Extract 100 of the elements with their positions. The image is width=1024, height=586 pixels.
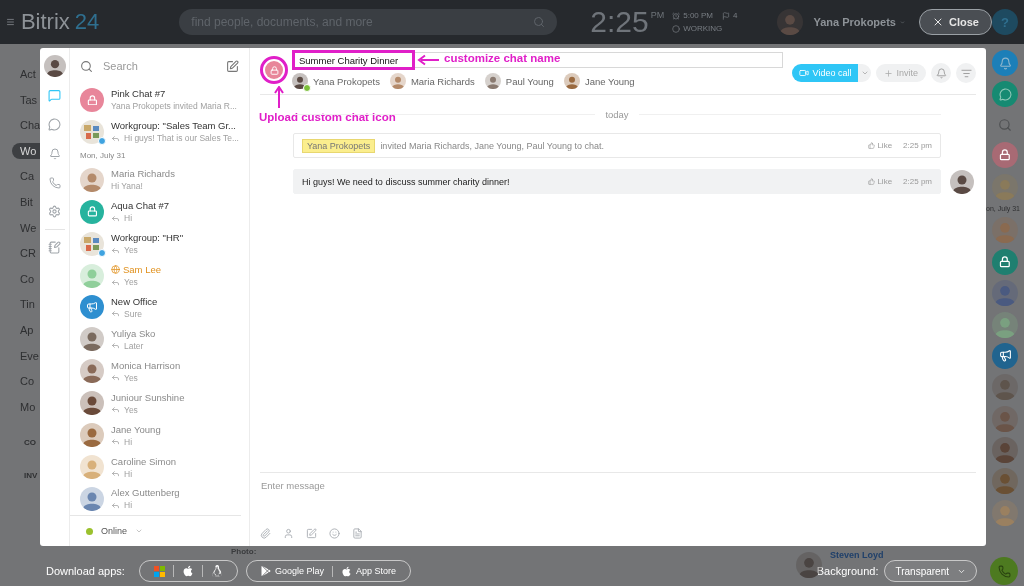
search-icon <box>80 59 93 73</box>
chat-preview: Sure <box>124 308 142 319</box>
background-select[interactable]: Transparent <box>884 560 977 582</box>
chat-item[interactable]: Aqua Chat #7 Hi <box>70 195 241 228</box>
menu-item[interactable]: Act <box>0 66 40 82</box>
chat-preview: Yana Prokopets invited Maria R... <box>111 101 237 112</box>
chat-title: Workgroup: "Sales Team Gr... <box>111 120 236 132</box>
section-label: CO <box>24 438 37 448</box>
chat-preview: Hi Yana! <box>111 181 143 192</box>
close-button[interactable]: Close <box>919 9 992 35</box>
avatar <box>563 73 580 89</box>
avatar <box>292 73 308 89</box>
phone-button[interactable] <box>990 557 1018 585</box>
windows-icon <box>153 565 165 577</box>
chat-item[interactable]: Pink Chat #7 Yana Prokopets invited Maria R... <box>70 84 241 116</box>
chat-item[interactable]: Workgroup: "Sales Team Gr... Hi guys! That is our Sales Te... <box>70 115 241 148</box>
chat-preview: Hi <box>124 436 133 447</box>
chat-item[interactable]: Caroline Simon Hi <box>70 451 241 484</box>
chat-preview: Hi <box>124 468 133 479</box>
annotation-text: Upload custom chat icon <box>259 111 396 123</box>
chat-button[interactable] <box>992 81 1018 108</box>
chat-item[interactable]: Sam Lee Yes <box>70 259 241 292</box>
search-list-icon <box>960 67 972 79</box>
menu-item[interactable]: Eve <box>0 347 40 364</box>
user-name[interactable]: Yana Prokopets <box>813 16 896 28</box>
caret-icon <box>135 527 143 535</box>
menu-item[interactable]: Bit <box>0 193 40 210</box>
document-icon[interactable] <box>352 528 363 539</box>
chat-title: Sam Lee <box>123 264 162 276</box>
arrow-drawing <box>274 86 284 108</box>
emoji-icon[interactable] <box>329 528 340 539</box>
chat-item[interactable]: Yuliya Sko Later <box>70 323 241 356</box>
chat-item[interactable]: New Office Sure <box>70 291 241 324</box>
menu-item[interactable]: Co <box>0 373 40 390</box>
chat-preview: Hi <box>124 213 133 224</box>
menu-item[interactable]: Tas <box>0 91 40 108</box>
member-name[interactable]: Yana Prokopets <box>313 75 380 87</box>
compose-icon[interactable] <box>226 59 239 73</box>
chat-icon-button[interactable] <box>260 56 288 84</box>
chat-title: New Office <box>111 295 158 307</box>
menu-item[interactable]: Ca <box>0 168 40 185</box>
chat-item[interactable]: Alex Guttenberg Hi <box>70 483 241 515</box>
edit-icon[interactable] <box>306 528 317 539</box>
like-button[interactable]: Like <box>868 177 893 186</box>
video-call-button[interactable]: Video call <box>791 64 859 82</box>
chat-item[interactable]: Maria Richards Hi Yana! <box>70 163 241 196</box>
dropdown-button[interactable] <box>858 64 872 82</box>
attach-icon[interactable] <box>260 528 271 539</box>
download-label: Download apps: <box>46 565 125 577</box>
person-name[interactable]: Steven Loyd <box>830 550 884 560</box>
caret-icon <box>861 69 869 77</box>
search-icon <box>533 16 546 28</box>
chat-title: Jane Young <box>111 423 161 435</box>
bell-icon <box>48 147 61 160</box>
phone-icon <box>48 176 61 189</box>
alarm-time: 5:00 PM <box>683 11 713 20</box>
arrow-drawing <box>417 54 439 66</box>
notes-icon <box>48 241 61 254</box>
menu-item[interactable]: CR <box>0 245 40 262</box>
menu-item[interactable]: Wo <box>12 142 40 159</box>
chat-title: Yuliya Sko <box>111 327 156 339</box>
date-label: today <box>605 109 629 120</box>
message-time: 2:25 pm <box>903 141 932 150</box>
menu-item[interactable]: Ap <box>0 321 40 338</box>
bell-icon <box>998 56 1012 70</box>
plus-icon <box>884 68 894 78</box>
notifications-button[interactable] <box>931 63 951 83</box>
menu-item[interactable]: We <box>0 219 40 236</box>
search-icon[interactable] <box>998 117 1012 132</box>
avatar <box>950 170 974 194</box>
search-messages-button[interactable] <box>956 63 976 83</box>
group-avatar <box>80 231 104 256</box>
user-avatar <box>777 9 804 35</box>
chat-item[interactable]: Juniour Sunshine Yes <box>70 387 241 420</box>
menu-item[interactable]: Cha <box>0 117 40 134</box>
store-button[interactable]: Google Play <box>252 566 332 576</box>
notifications-button[interactable] <box>992 50 1018 76</box>
chat-item[interactable]: Jane Young Hi <box>70 419 241 452</box>
status-label[interactable]: Online <box>101 526 127 536</box>
user-avatar <box>43 55 66 77</box>
person-icon[interactable] <box>283 528 294 539</box>
chat-title: Caroline Simon <box>111 455 176 467</box>
member-name[interactable]: Jane Young <box>584 75 635 87</box>
menu-item[interactable]: Co <box>0 270 40 287</box>
flag-count: 4 <box>733 11 738 20</box>
invite-button[interactable]: Invite <box>876 64 926 82</box>
chat-item[interactable]: Workgroup: "HR" Yes <box>70 227 241 260</box>
settings-icon <box>48 205 61 218</box>
thumbs-up-icon <box>868 142 876 149</box>
menu-item[interactable]: Mo <box>0 398 40 415</box>
like-button[interactable]: Like <box>868 141 893 150</box>
menu-item[interactable]: Tin <box>0 296 40 313</box>
member-name[interactable]: Maria Richards <box>410 75 475 87</box>
chat-title: Juniour Sunshine <box>111 391 185 403</box>
avatar <box>389 73 406 89</box>
store-button[interactable]: App Store <box>331 565 404 577</box>
chat-item[interactable]: Monica Harrison Yes <box>70 355 241 388</box>
clock-suffix: PM <box>650 10 665 20</box>
chat-preview: Yes <box>124 404 138 415</box>
member-name[interactable]: Paul Young <box>505 75 554 87</box>
